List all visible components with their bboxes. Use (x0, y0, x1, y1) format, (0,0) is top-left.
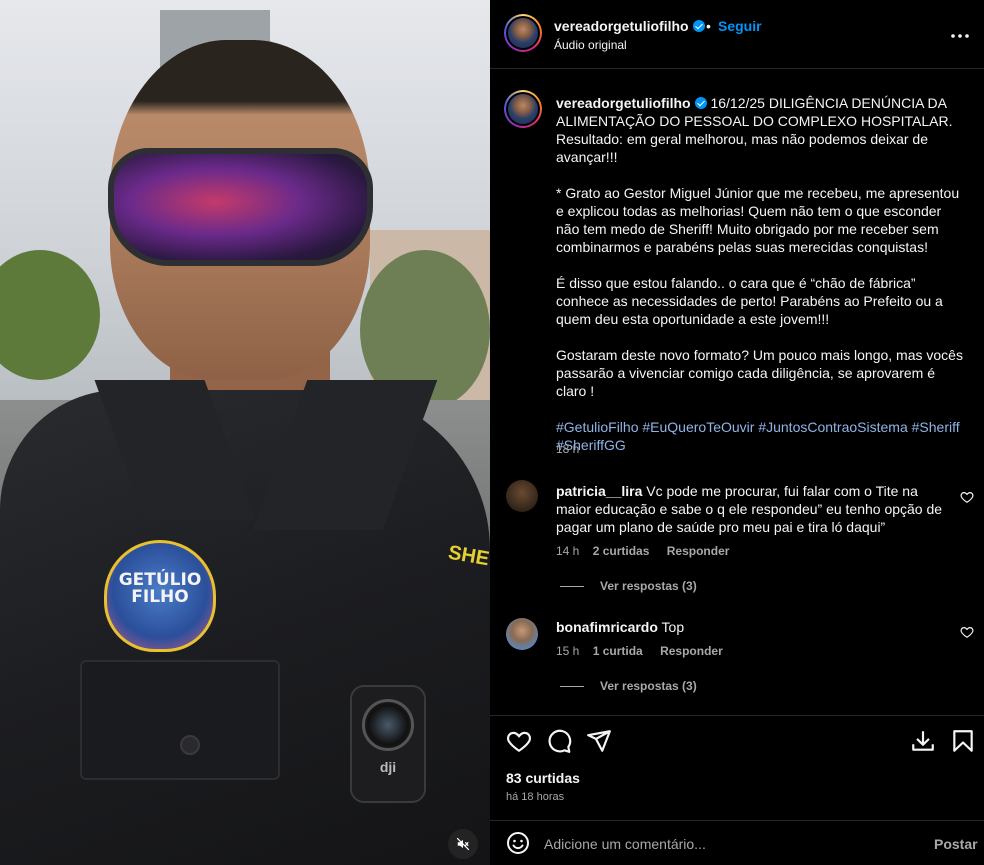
emoji-icon[interactable] (506, 831, 530, 855)
comment-time: 14 h (556, 544, 580, 558)
reply-button[interactable]: Responder (667, 544, 730, 558)
view-replies-button[interactable]: Ver respostas (3) (560, 679, 697, 693)
comment-body: patricia__lira Vc pode me procurar, fui … (556, 482, 951, 536)
post-media[interactable]: GETÚLIO FILHO SHE dji (0, 0, 490, 865)
reply-button[interactable]: Responder (660, 644, 723, 658)
comment-meta: 14 h 2 curtidas Responder (556, 544, 729, 558)
comment-username[interactable]: patricia__lira (556, 483, 642, 499)
likes-count[interactable]: 83 curtidas (506, 770, 580, 786)
more-options-icon (951, 34, 969, 38)
post-header: vereadorgetuliofilho • Seguir Áudio orig… (490, 0, 984, 69)
caption-hashtags[interactable]: #GetulioFilho #EuQueroTeOuvir #JuntosCon… (556, 419, 964, 453)
verified-badge-icon (694, 97, 707, 109)
download-icon[interactable] (910, 728, 936, 754)
comment-time: 15 h (556, 644, 580, 658)
post-actions: 83 curtidas há 18 horas (490, 715, 984, 815)
shirt-pocket (80, 660, 280, 780)
caption-username[interactable]: vereadorgetuliofilho (556, 95, 691, 111)
comment-icon[interactable] (546, 728, 572, 754)
comment-meta: 15 h 1 curtida Responder (556, 644, 723, 658)
camera-brand: dji (379, 759, 397, 775)
caption-text: 16/12/25 DILIGÊNCIA DENÚNCIA DA ALIMENTA… (556, 95, 963, 399)
verified-badge-icon (692, 20, 705, 32)
comment-text: Top (661, 619, 685, 635)
commenter-avatar[interactable] (506, 618, 538, 650)
author-avatar[interactable] (504, 14, 542, 52)
post-details-panel: vereadorgetuliofilho • Seguir Áudio orig… (490, 0, 984, 865)
sunglasses (108, 148, 373, 266)
post-caption: vereadorgetuliofilho 16/12/25 DILIGÊNCIA… (556, 94, 966, 454)
post-comment-button[interactable]: Postar (934, 836, 978, 852)
share-icon[interactable] (586, 728, 612, 754)
comment-likes[interactable]: 2 curtidas (593, 544, 650, 558)
comment-likes[interactable]: 1 curtida (593, 644, 643, 658)
shirt-button (180, 735, 200, 755)
post-time-ago: há 18 horas (506, 791, 565, 803)
comment-body: bonafimricardo Top (556, 618, 951, 636)
mute-button[interactable] (448, 829, 478, 859)
more-options-button[interactable] (942, 24, 978, 48)
comment-like-icon[interactable] (960, 625, 974, 639)
comments-scroll-area[interactable]: vereadorgetuliofilho 16/12/25 DILIGÊNCIA… (490, 70, 984, 715)
comment-username[interactable]: bonafimricardo (556, 619, 658, 635)
comment-like-icon[interactable] (960, 490, 974, 504)
caption-timestamp: 18 h (556, 442, 580, 456)
heart-icon[interactable] (506, 728, 532, 754)
audio-label[interactable]: Áudio original (554, 38, 627, 52)
view-replies-button[interactable]: Ver respostas (3) (560, 579, 697, 593)
comment-input[interactable] (544, 833, 914, 855)
sheriff-patch-text: GETÚLIO FILHO (118, 570, 202, 607)
bookmark-icon[interactable] (950, 728, 976, 754)
follow-button[interactable]: Seguir (718, 18, 762, 34)
caption-avatar[interactable] (504, 90, 542, 128)
separator-dot: • (706, 18, 711, 34)
body-camera: dji (350, 685, 426, 803)
camera-lens (362, 699, 414, 751)
commenter-avatar[interactable] (506, 480, 538, 512)
author-username-header[interactable]: vereadorgetuliofilho (554, 18, 705, 34)
comment-bar: Postar (490, 820, 984, 865)
mute-icon (456, 837, 470, 851)
